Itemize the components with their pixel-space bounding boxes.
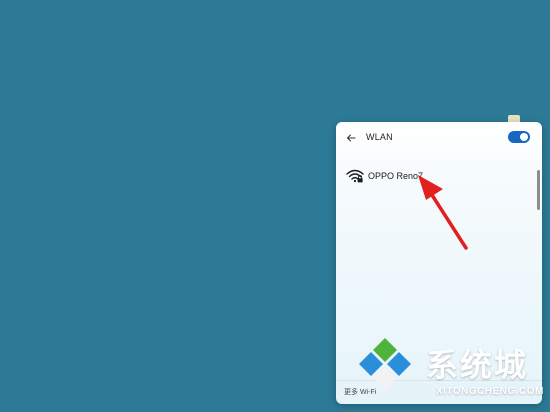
wlan-toggle[interactable] [508, 131, 530, 143]
xitongcheng-logo-icon [359, 338, 411, 390]
watermark-site-text: XITONGCHENG.COM [436, 386, 544, 397]
watermark-brand-text: 系统城 [426, 347, 529, 383]
back-button[interactable] [343, 130, 359, 146]
back-arrow-icon [347, 134, 356, 142]
scrollbar[interactable] [537, 170, 540, 210]
wifi-secured-icon [346, 169, 364, 183]
network-item-oppo-reno7[interactable]: OPPO Reno7 [340, 162, 532, 188]
watermark: 系统城 XITONGCHENG.COM [354, 332, 550, 412]
network-name: OPPO Reno7 [368, 171, 424, 181]
toggle-knob [520, 133, 528, 141]
wlan-title: WLAN [366, 132, 393, 142]
wlan-header: WLAN [336, 122, 542, 154]
